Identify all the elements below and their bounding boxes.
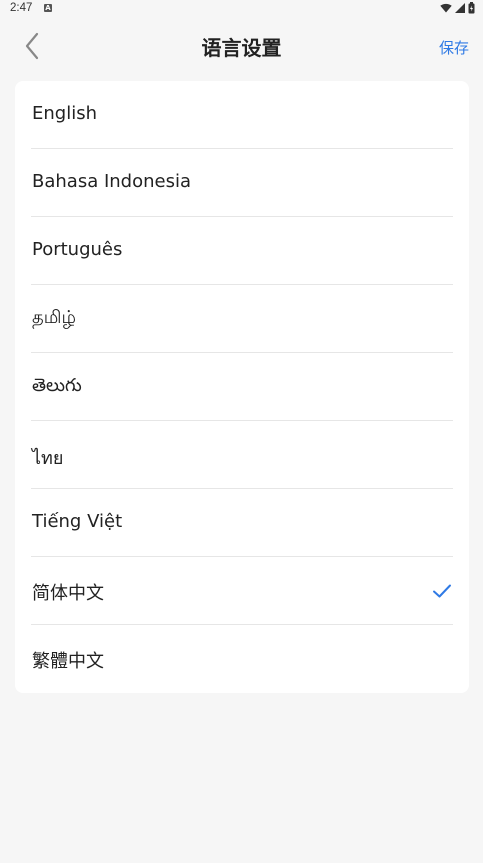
language-label: Português bbox=[32, 239, 123, 260]
battery-icon bbox=[468, 2, 475, 14]
language-item-portugues[interactable]: Português bbox=[31, 217, 453, 285]
notification-a-icon: A bbox=[44, 4, 52, 12]
wifi-icon bbox=[440, 3, 452, 13]
language-item-vietnamese[interactable]: Tiếng Việt bbox=[31, 489, 453, 557]
language-label: తెలుగు bbox=[32, 375, 82, 396]
signal-icon bbox=[455, 3, 465, 13]
status-bar: 2:47 A bbox=[0, 0, 483, 18]
checkmark-icon bbox=[433, 584, 451, 598]
language-item-traditional-chinese[interactable]: 繁體中文 bbox=[31, 625, 453, 693]
language-label: English bbox=[32, 103, 97, 124]
language-item-bahasa-indonesia[interactable]: Bahasa Indonesia bbox=[31, 149, 453, 217]
language-item-tamil[interactable]: தமிழ் bbox=[31, 285, 453, 353]
language-label: தமிழ் bbox=[32, 307, 76, 328]
language-item-english[interactable]: English bbox=[31, 81, 453, 149]
language-item-telugu[interactable]: తెలుగు bbox=[31, 353, 453, 421]
save-button[interactable]: 保存 bbox=[439, 37, 469, 58]
language-label: 简体中文 bbox=[32, 583, 104, 604]
language-label: Tiếng Việt bbox=[32, 511, 123, 532]
status-icons bbox=[440, 2, 475, 14]
status-time: 2:47 bbox=[10, 2, 33, 14]
page-title: 语言设置 bbox=[201, 36, 282, 60]
language-item-simplified-chinese[interactable]: 简体中文 bbox=[31, 557, 453, 625]
language-label: Bahasa Indonesia bbox=[32, 171, 191, 192]
language-item-thai[interactable]: ไทย bbox=[31, 421, 453, 489]
language-label: ไทย bbox=[32, 448, 64, 469]
language-list: English Bahasa Indonesia Português தமிழ்… bbox=[15, 81, 469, 693]
header: 语言设置 保存 bbox=[0, 18, 483, 76]
language-label: 繁體中文 bbox=[32, 651, 104, 672]
